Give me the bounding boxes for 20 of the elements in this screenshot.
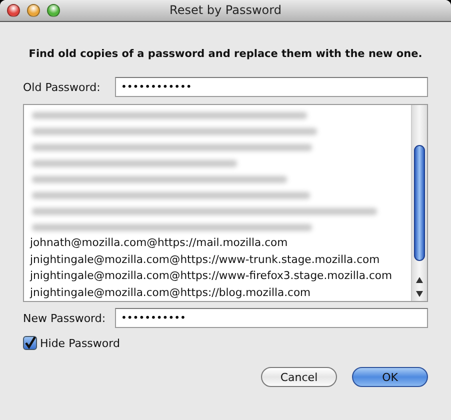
field-label: Old Password:	[23, 80, 102, 94]
list-item[interactable]: jnightingale@mozilla.com@https://www-firefox3.stage.mozilla.com	[24, 268, 411, 284]
checkbox-label: Hide Password	[40, 336, 120, 350]
field-label: New Password:	[23, 312, 105, 324]
instruction-text: Find old copies of a password and replace them with the new one.	[28, 48, 424, 60]
scroll-thumb[interactable]	[414, 145, 425, 261]
scroll-arrows-icon[interactable]	[415, 275, 424, 299]
new-password-field[interactable]: •••••••••••	[115, 308, 428, 328]
ok-button[interactable]: OK	[352, 367, 428, 387]
minimize-button[interactable]	[27, 4, 40, 17]
list-item[interactable]: jnightingale@mozilla.com@https://www-trunk.stage.mozilla.com	[24, 252, 411, 268]
list-item[interactable]: jnightingale@mozilla.com@https://blog.mozilla.com	[24, 284, 411, 301]
list-item[interactable]: johnath@mozilla.com@https://mail.mozilla.com	[24, 235, 411, 252]
cancel-button[interactable]: Cancel	[261, 367, 337, 387]
window-title: Reset by Password	[170, 3, 282, 17]
old-password-field[interactable]: ••••••••••••	[115, 77, 428, 97]
close-button[interactable]	[7, 4, 20, 17]
scrollbar[interactable]	[411, 105, 427, 301]
checkbox[interactable]	[23, 336, 37, 350]
zoom-button[interactable]	[47, 4, 60, 17]
